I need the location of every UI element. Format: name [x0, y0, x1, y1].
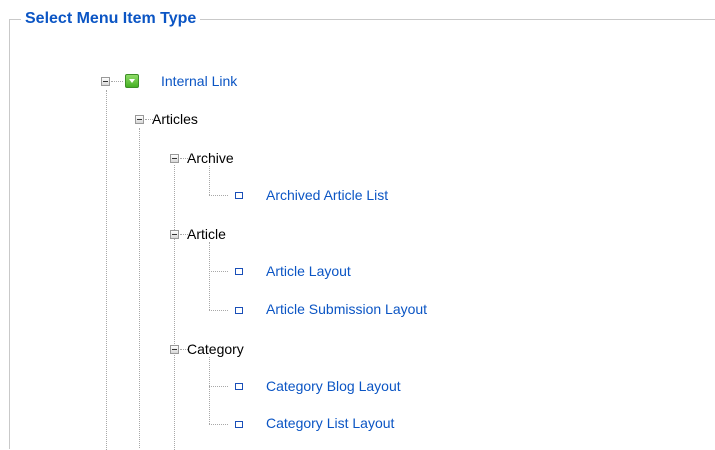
tree-line-archive-children — [209, 166, 210, 195]
collapse-toggle-category[interactable] — [170, 345, 179, 354]
square-bullet-icon — [235, 421, 243, 428]
menu-type-category-blog-layout[interactable]: Category Blog Layout — [266, 377, 401, 395]
tree-node-category[interactable]: Category — [187, 340, 244, 358]
collapse-toggle-archive[interactable] — [170, 154, 179, 163]
tree-line-category-item-2 — [209, 424, 228, 425]
tree-node-internal-link[interactable]: Internal Link — [161, 72, 237, 90]
menu-type-archived-article-list[interactable]: Archived Article List — [266, 186, 388, 204]
tree-line-root — [106, 90, 107, 450]
tree-node-archive[interactable]: Archive — [187, 149, 234, 167]
tree-line-articles — [139, 128, 140, 448]
square-bullet-icon — [235, 192, 243, 199]
menu-type-category-list-layout[interactable]: Category List Layout — [266, 414, 394, 432]
tree-line-category-children — [209, 357, 210, 424]
tree-line-archive-item-1 — [209, 195, 228, 196]
tree-node-article[interactable]: Article — [187, 225, 226, 243]
green-folder-icon — [125, 74, 139, 88]
tree-node-articles[interactable]: Articles — [152, 110, 198, 128]
collapse-toggle-article[interactable] — [170, 230, 179, 239]
menu-type-article-submission-layout[interactable]: Article Submission Layout — [266, 300, 427, 318]
tree-line-groups — [174, 165, 175, 450]
menu-type-article-layout[interactable]: Article Layout — [266, 262, 351, 280]
square-bullet-icon — [235, 307, 243, 314]
collapse-toggle-internal-link[interactable] — [101, 77, 110, 86]
tree-line-root-branch — [111, 81, 123, 82]
tree-line-article-item-1 — [209, 271, 228, 272]
square-bullet-icon — [235, 383, 243, 390]
tree-line-category-item-1 — [209, 386, 228, 387]
square-bullet-icon — [235, 268, 243, 275]
panel-legend: Select Menu Item Type — [21, 8, 201, 30]
tree-line-article-item-2 — [209, 310, 228, 311]
collapse-toggle-articles[interactable] — [135, 115, 144, 124]
tree-line-article-children — [209, 242, 210, 310]
panel-border-left — [9, 19, 10, 449]
